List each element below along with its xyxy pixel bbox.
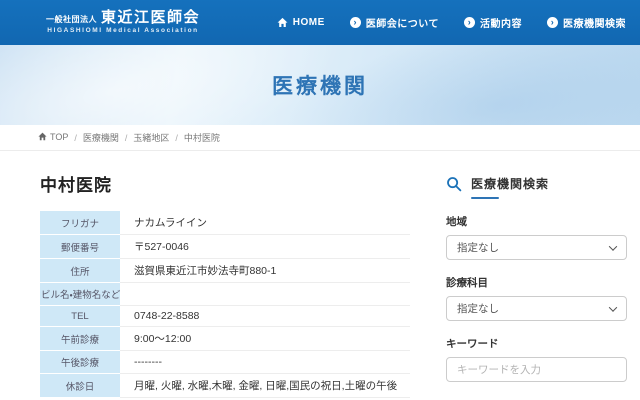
table-row: ビル名・建物名など [40, 283, 410, 306]
table-row: 午前診療9:00〜12:00 [40, 327, 410, 351]
breadcrumb-item-0[interactable]: TOP [38, 132, 68, 142]
logo-subtitle: HIGASHIOMI Medical Association [46, 28, 200, 35]
arrow-circle-icon: › [464, 17, 475, 28]
nav-item-3[interactable]: › 医療機関検索 [547, 15, 626, 30]
breadcrumb-label: TOP [50, 132, 68, 142]
field-label-0: 地域 [446, 214, 627, 229]
detail-value [120, 283, 410, 306]
breadcrumb-label: 玉緒地区 [133, 131, 169, 144]
search-sidebar: 医療機関検索 地域指定なし診療科目指定なしキーワード 検 索 [446, 151, 627, 400]
table-row: 住所滋賀県東近江市妙法寺町880-1 [40, 259, 410, 283]
table-row: TEL0748-22-8588 [40, 306, 410, 327]
clinic-details-table: フリガナナカムライイン郵便番号〒527-0046住所滋賀県東近江市妙法寺町880… [40, 211, 410, 398]
content-area: 中村医院 フリガナナカムライイン郵便番号〒527-0046住所滋賀県東近江市妙法… [0, 151, 640, 400]
chevron-down-icon [609, 242, 617, 250]
select-field-1[interactable]: 指定なし [446, 296, 627, 321]
clinic-name-heading: 中村医院 [40, 171, 412, 196]
detail-value: 〒527-0046 [120, 235, 410, 259]
detail-value: 9:00〜12:00 [120, 327, 410, 351]
nav-item-label: HOME [293, 17, 325, 28]
home-icon [277, 17, 288, 28]
nav-item-label: 医療機関検索 [563, 15, 626, 30]
table-row: 午後診療-------- [40, 351, 410, 374]
detail-label: 午後診療 [40, 351, 120, 374]
main-nav: HOME › 医師会について › 活動内容 › 医療機関検索 [277, 15, 626, 30]
breadcrumb-label: 医療機関 [83, 131, 119, 144]
detail-label: 郵便番号 [40, 235, 120, 259]
search-form: 地域指定なし診療科目指定なしキーワード [446, 214, 627, 382]
clinic-detail-panel: 中村医院 フリガナナカムライイン郵便番号〒527-0046住所滋賀県東近江市妙法… [40, 151, 412, 400]
detail-value: ナカムライイン [120, 211, 410, 235]
detail-label: TEL [40, 306, 120, 327]
nav-item-label: 医師会について [366, 15, 439, 30]
detail-label: ビル名・建物名など [40, 283, 120, 306]
nav-item-2[interactable]: › 活動内容 [464, 15, 522, 30]
logo-name: 東近江医師会 [101, 10, 200, 25]
arrow-circle-icon: › [350, 17, 361, 28]
select-field-0[interactable]: 指定なし [446, 235, 627, 260]
detail-label: 休診日 [40, 374, 120, 398]
select-value: 指定なし [457, 240, 499, 255]
table-row: 休診日月曜, 火曜, 水曜,木曜, 金曜, 日曜,国民の祝日,土曜の午後 [40, 374, 410, 398]
breadcrumb-item-2[interactable]: 玉緒地区 [133, 131, 169, 144]
breadcrumb-separator: / [125, 133, 128, 143]
search-heading: 医療機関検索 [446, 175, 627, 199]
detail-label: 午前診療 [40, 327, 120, 351]
breadcrumb-item-3: 中村医院 [184, 131, 220, 144]
site-logo[interactable]: 一般社団法人 東近江医師会 HIGASHIOMI Medical Associa… [46, 10, 200, 35]
search-sidebar-title: 医療機関検索 [471, 175, 549, 192]
nav-item-1[interactable]: › 医師会について [350, 15, 439, 30]
chevron-down-icon [609, 303, 617, 311]
detail-value: 月曜, 火曜, 水曜,木曜, 金曜, 日曜,国民の祝日,土曜の午後 [120, 374, 410, 398]
detail-value: 滋賀県東近江市妙法寺町880-1 [120, 259, 410, 283]
breadcrumb: TOP / 医療機関 / 玉緒地区 / 中村医院 [0, 125, 640, 151]
nav-item-label: 活動内容 [480, 15, 522, 30]
select-value: 指定なし [457, 301, 499, 316]
table-row: 郵便番号〒527-0046 [40, 235, 410, 259]
breadcrumb-label: 中村医院 [184, 131, 220, 144]
field-label-2: キーワード [446, 336, 627, 351]
page: 一般社団法人 東近江医師会 HIGASHIOMI Medical Associa… [0, 0, 640, 400]
detail-label: フリガナ [40, 211, 120, 235]
keyword-input[interactable] [446, 357, 627, 382]
hero-banner: 医療機関 [0, 45, 640, 125]
site-header: 一般社団法人 東近江医師会 HIGASHIOMI Medical Associa… [0, 0, 640, 45]
arrow-circle-icon: › [547, 17, 558, 28]
detail-value: -------- [120, 351, 410, 374]
home-icon [38, 132, 47, 141]
search-icon [446, 176, 462, 192]
detail-label: 住所 [40, 259, 120, 283]
breadcrumb-item-1[interactable]: 医療機関 [83, 131, 119, 144]
breadcrumb-separator: / [175, 133, 178, 143]
page-title: 医療機関 [272, 70, 368, 100]
field-label-1: 診療科目 [446, 275, 627, 290]
logo-corporate-type: 一般社団法人 [46, 16, 97, 24]
nav-item-0[interactable]: HOME [277, 17, 325, 28]
detail-value: 0748-22-8588 [120, 306, 410, 327]
title-underline [471, 197, 499, 199]
breadcrumb-separator: / [74, 133, 77, 143]
table-row: フリガナナカムライイン [40, 211, 410, 235]
